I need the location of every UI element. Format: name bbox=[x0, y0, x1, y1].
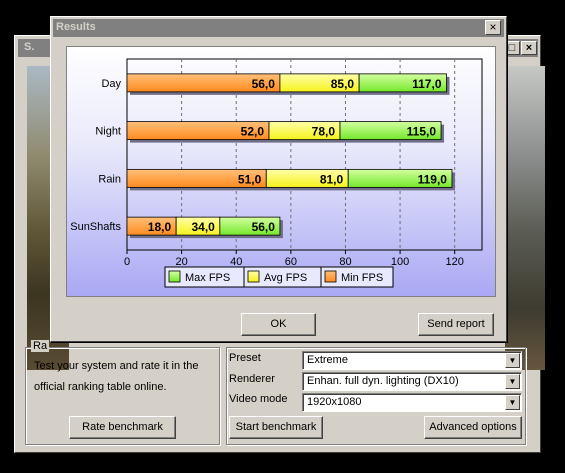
x-tick-label: 40 bbox=[230, 256, 242, 268]
renderer-value: Enhan. full dyn. lighting (DX10) bbox=[307, 375, 459, 387]
data-label: 51,0 bbox=[238, 172, 262, 186]
data-label: 18,0 bbox=[148, 220, 172, 234]
legend-swatch bbox=[168, 270, 181, 283]
results-title: Results bbox=[56, 21, 96, 33]
category-label: Rain bbox=[98, 173, 121, 185]
data-label: 119,0 bbox=[418, 172, 448, 186]
data-label: 115,0 bbox=[407, 125, 437, 139]
advanced-options-button[interactable]: Advanced options bbox=[424, 416, 522, 439]
legend-label: Max FPS bbox=[185, 272, 230, 284]
legend-label: Min FPS bbox=[341, 272, 383, 284]
category-label: SunShafts bbox=[70, 221, 121, 233]
fps-bar-chart: 0 20 40 60 80 100 120 Day 56,0 85,0 117,0 Night 52,0… bbox=[70, 58, 483, 288]
start-benchmark-button[interactable]: Start benchmark bbox=[229, 416, 323, 439]
rate-benchmark-button[interactable]: Rate benchmark bbox=[69, 416, 176, 439]
data-label: 56,0 bbox=[252, 220, 276, 234]
renderer-label: Renderer bbox=[229, 373, 275, 385]
ok-button[interactable]: OK bbox=[241, 313, 316, 336]
preset-value: Extreme bbox=[307, 354, 348, 366]
rate-group-title: Ra bbox=[31, 340, 50, 352]
results-titlebar: Results × bbox=[53, 19, 504, 37]
video-mode-value: 1920x1080 bbox=[307, 396, 362, 408]
x-tick-label: 60 bbox=[285, 256, 297, 268]
data-label: 34,0 bbox=[191, 220, 215, 234]
data-label: 85,0 bbox=[331, 77, 355, 91]
renderer-select[interactable]: Enhan. full dyn. lighting (DX10) ▼ bbox=[302, 372, 522, 391]
results-dialog: Results × 0 20 40 60 80 100 120 Day 56,0 85,0 117,… bbox=[50, 16, 507, 342]
chevron-down-icon[interactable]: ▼ bbox=[505, 374, 520, 389]
legend-label: Avg FPS bbox=[264, 272, 307, 284]
preview-image-right bbox=[505, 66, 545, 370]
x-tick-label: 0 bbox=[124, 256, 130, 268]
category-label: Day bbox=[101, 78, 121, 90]
legend-swatch bbox=[324, 270, 337, 283]
preset-select[interactable]: Extreme ▼ bbox=[302, 351, 522, 370]
rate-description-line-1: Test your system and rate it in the bbox=[34, 360, 199, 372]
x-tick-label: 80 bbox=[339, 256, 351, 268]
results-chart: 0 20 40 60 80 100 120 Day 56,0 85,0 117,0 Night 52,0… bbox=[66, 46, 496, 297]
preset-label: Preset bbox=[229, 352, 261, 364]
data-label: 52,0 bbox=[241, 125, 265, 139]
data-label: 81,0 bbox=[320, 172, 344, 186]
x-tick-label: 100 bbox=[391, 256, 409, 268]
category-label: Night bbox=[95, 126, 121, 138]
x-tick-label: 20 bbox=[175, 256, 187, 268]
data-label: 56,0 bbox=[252, 77, 276, 91]
data-label: 78,0 bbox=[312, 125, 336, 139]
chevron-down-icon[interactable]: ▼ bbox=[505, 395, 520, 410]
rate-description-line-2: official ranking table online. bbox=[34, 381, 167, 393]
data-label: 117,0 bbox=[412, 77, 442, 91]
video-mode-label: Video mode bbox=[229, 393, 288, 405]
send-report-button[interactable]: Send report bbox=[418, 313, 494, 336]
close-icon[interactable]: × bbox=[485, 20, 501, 35]
chevron-down-icon[interactable]: ▼ bbox=[505, 353, 520, 368]
close-icon[interactable]: × bbox=[521, 41, 537, 55]
x-tick-label: 120 bbox=[446, 256, 464, 268]
video-mode-select[interactable]: 1920x1080 ▼ bbox=[302, 393, 522, 412]
main-window-title: S. bbox=[24, 41, 35, 53]
legend-swatch bbox=[247, 270, 260, 283]
